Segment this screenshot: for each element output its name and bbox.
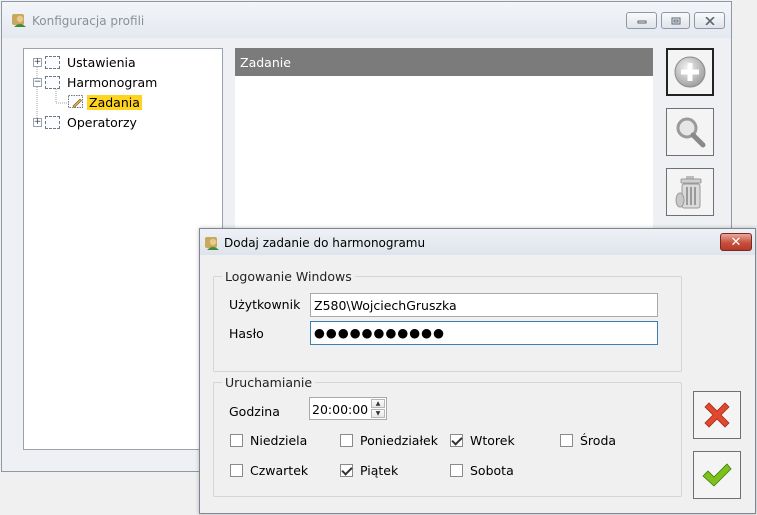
green-check-icon	[702, 463, 732, 487]
app-icon	[205, 237, 219, 250]
tree-item-label: Harmonogram	[67, 74, 158, 90]
maximize-button[interactable]	[661, 12, 690, 29]
day-label: Niedziela	[250, 433, 308, 448]
day-czwartek[interactable]: Czwartek	[230, 463, 308, 478]
day-sobota[interactable]: Sobota	[450, 463, 514, 478]
add-button[interactable]	[666, 48, 714, 96]
main-title-bar[interactable]: Konfiguracja profili	[2, 2, 731, 38]
group-legend: Uruchamianie	[222, 375, 316, 390]
folder-icon	[45, 115, 60, 129]
magnifier-icon	[676, 117, 706, 148]
password-label: Hasło	[229, 326, 264, 341]
minimize-icon	[637, 20, 646, 23]
day-label: Wtorek	[470, 433, 515, 448]
main-window-title: Konfiguracja profili	[32, 14, 145, 28]
close-main-button[interactable]	[694, 12, 725, 29]
close-icon	[704, 16, 715, 25]
checkbox-checked[interactable]	[450, 434, 463, 447]
spin-down-icon[interactable]: ▼	[371, 409, 385, 418]
checkbox-checked[interactable]	[340, 464, 353, 477]
time-label: Godzina	[229, 404, 280, 419]
tree-item-harmonogram[interactable]: − Harmonogram	[33, 73, 159, 91]
column-header-zadanie[interactable]: Zadanie	[235, 48, 653, 76]
checkbox[interactable]	[560, 434, 573, 447]
time-spinner[interactable]: 20:00:00 ▲ ▼	[309, 397, 387, 420]
cancel-button[interactable]	[693, 391, 741, 439]
trash-icon	[675, 176, 702, 209]
day-niedziela[interactable]: Niedziela	[230, 433, 307, 448]
plus-circle-icon	[674, 56, 706, 88]
checkbox[interactable]	[340, 434, 353, 447]
red-x-icon	[704, 402, 730, 428]
day-label: Czwartek	[250, 463, 309, 478]
user-input[interactable]: Z580\WojciechGruszka	[310, 293, 658, 317]
day-piatek[interactable]: Piątek	[340, 463, 398, 478]
task-icon	[68, 95, 83, 108]
folder-icon	[45, 55, 60, 69]
tree-item-operatorzy[interactable]: + Operatorzy	[33, 113, 139, 131]
dialog-title-bar[interactable]: Dodaj zadanie do harmonogramu ✕	[200, 229, 755, 255]
expand-icon[interactable]: +	[33, 57, 42, 67]
profile-tree[interactable]: + Ustawienia − Harmonogram Zadania + Ope…	[23, 48, 223, 450]
spin-up-icon[interactable]: ▲	[371, 399, 385, 408]
windows-login-group: Logowanie Windows Użytkownik Z580\Wojcie…	[213, 269, 682, 372]
dialog-close-button[interactable]: ✕	[720, 233, 752, 251]
tree-item-label: Zadania	[87, 94, 142, 110]
close-icon: ✕	[730, 234, 742, 250]
day-sroda[interactable]: Środa	[560, 433, 616, 448]
day-wtorek[interactable]: Wtorek	[450, 433, 515, 448]
checkbox[interactable]	[230, 434, 243, 447]
ok-button[interactable]	[693, 451, 741, 499]
dialog-title: Dodaj zadanie do harmonogramu	[224, 236, 426, 250]
day-label: Środa	[580, 433, 617, 448]
view-button[interactable]	[666, 108, 714, 156]
add-task-dialog: Dodaj zadanie do harmonogramu ✕ Logowani…	[199, 228, 756, 514]
delete-button[interactable]	[666, 168, 714, 216]
tree-item-label: Ustawienia	[67, 54, 136, 70]
time-value[interactable]: 20:00:00	[312, 402, 368, 417]
tree-item-zadania[interactable]: Zadania	[68, 93, 142, 111]
group-legend: Logowanie Windows	[222, 269, 355, 284]
maximize-icon	[671, 17, 680, 24]
user-label: Użytkownik	[229, 297, 301, 312]
day-label: Poniedziałek	[360, 433, 438, 448]
day-label: Piątek	[360, 463, 399, 478]
day-label: Sobota	[470, 463, 514, 478]
checkbox[interactable]	[230, 464, 243, 477]
expand-icon[interactable]: +	[33, 117, 42, 127]
checkbox[interactable]	[450, 464, 463, 477]
folder-icon	[45, 75, 60, 89]
day-poniedzialek[interactable]: Poniedziałek	[340, 433, 438, 448]
tree-item-label: Operatorzy	[67, 114, 137, 130]
collapse-icon[interactable]: −	[33, 77, 42, 87]
task-list[interactable]: Zadanie	[235, 48, 653, 230]
password-input[interactable]: ●●●●●●●●●●●	[310, 321, 658, 345]
tree-item-ustawienia[interactable]: + Ustawienia	[33, 53, 138, 71]
app-icon	[12, 14, 26, 27]
minimize-button[interactable]	[626, 12, 657, 29]
